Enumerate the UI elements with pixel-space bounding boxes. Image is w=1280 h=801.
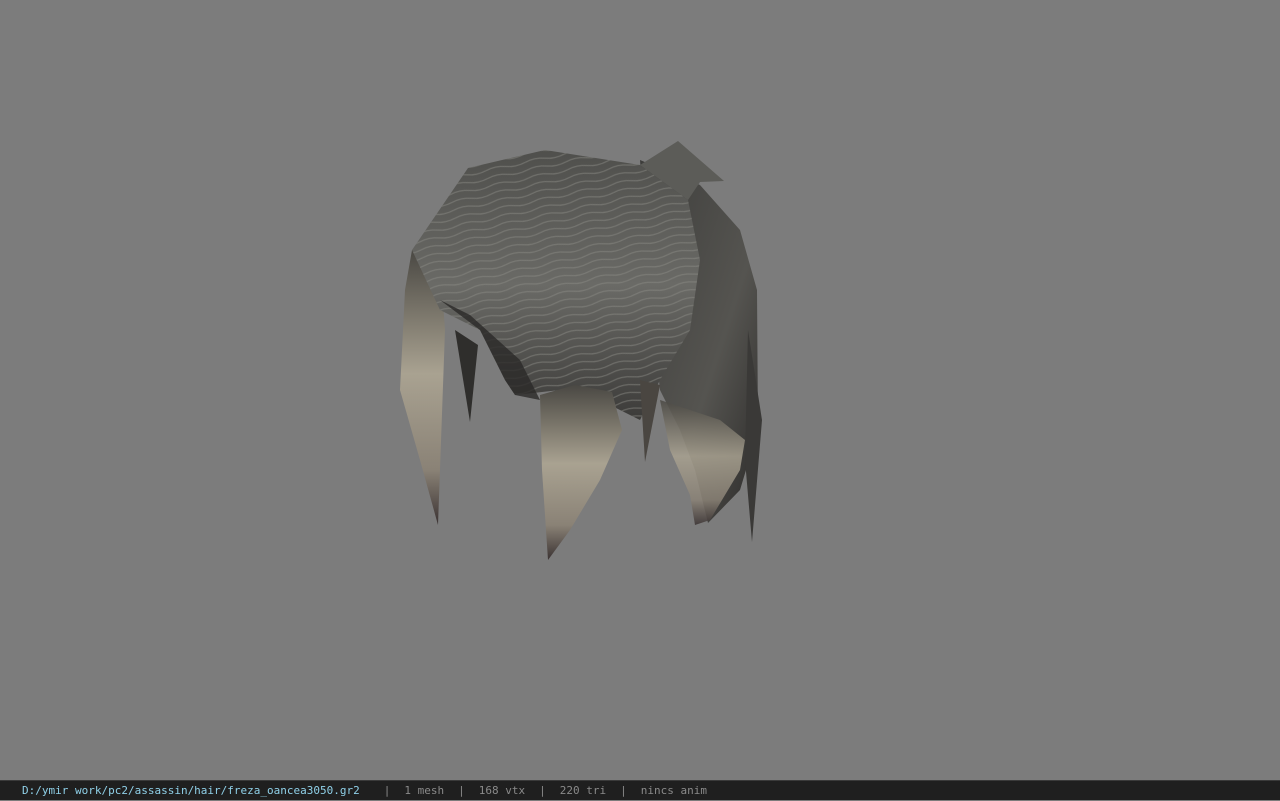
- separator: |: [539, 783, 546, 797]
- hair-right-spike: [640, 380, 660, 462]
- vertex-count: 168 vtx: [478, 783, 526, 797]
- separator: |: [620, 783, 627, 797]
- mesh-count: 1 mesh: [404, 783, 445, 797]
- hair-front-spike: [455, 330, 478, 422]
- 3d-viewport[interactable]: [0, 0, 1280, 780]
- animation-status: nincs anim: [640, 783, 707, 797]
- separator: |: [458, 783, 465, 797]
- triangle-count: 220 tri: [559, 783, 607, 797]
- hair-model: [400, 141, 762, 560]
- separator: |: [383, 783, 391, 797]
- status-bar: D:/ymir work/pc2/assassin/hair/freza_oan…: [0, 780, 1280, 800]
- hair-front-lock: [540, 385, 622, 560]
- file-path: D:/ymir work/pc2/assassin/hair/freza_oan…: [22, 783, 360, 797]
